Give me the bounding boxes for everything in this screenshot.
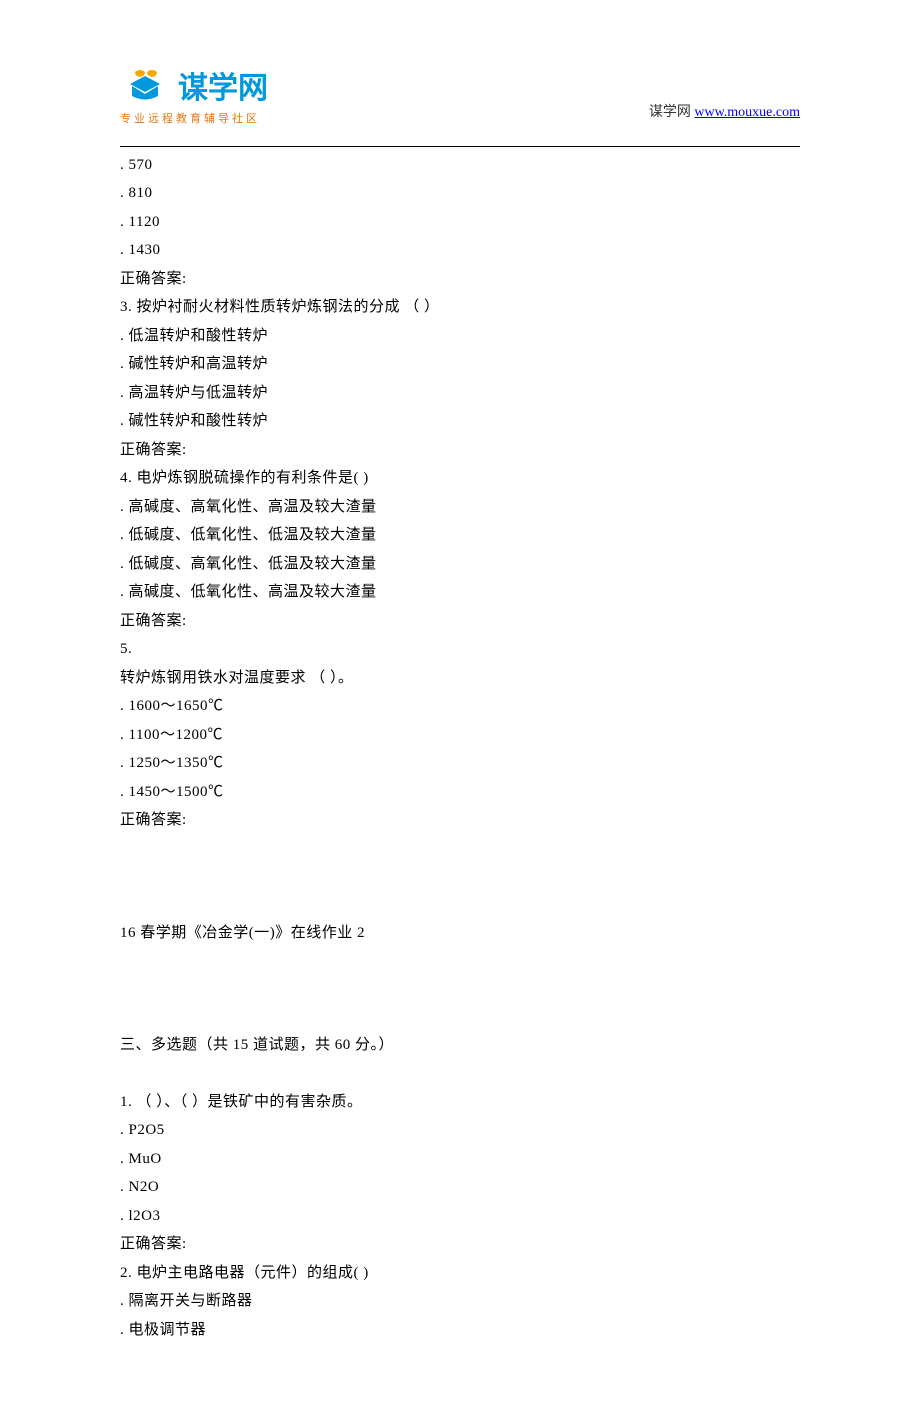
logo-subtitle: 专业远程教育辅导社区 bbox=[120, 109, 260, 130]
q4-option: . 高碱度、高氧化性、高温及较大渣量 bbox=[120, 493, 800, 522]
q5-answer-label: 正确答案: bbox=[120, 806, 800, 835]
q5-stem: 转炉炼钢用铁水对温度要求 （ ）。 bbox=[120, 664, 800, 693]
q4-option: . 低碱度、高氧化性、低温及较大渣量 bbox=[120, 550, 800, 579]
logo: 谋学网 专业远程教育辅导社区 bbox=[120, 70, 268, 130]
q3-stem: 3. 按炉衬耐火材料性质转炉炼钢法的分成 （ ） bbox=[120, 293, 800, 322]
q2-option: . 1430 bbox=[120, 236, 800, 265]
assignment-title: 16 春学期《冶金学(一)》在线作业 2 bbox=[120, 919, 800, 948]
logo-icon bbox=[120, 70, 170, 108]
m1-option: . P2O5 bbox=[120, 1116, 800, 1145]
q2-answer-label: 正确答案: bbox=[120, 265, 800, 294]
m2-option: . 电极调节器 bbox=[120, 1316, 800, 1345]
q2-option: . 570 bbox=[120, 151, 800, 180]
m1-option: . MuO bbox=[120, 1145, 800, 1174]
header-right: 谋学网 www.mouxue.com bbox=[649, 100, 800, 130]
q4-option: . 低碱度、低氧化性、低温及较大渣量 bbox=[120, 521, 800, 550]
q3-option: . 低温转炉和酸性转炉 bbox=[120, 322, 800, 351]
section3-heading: 三、多选题（共 15 道试题，共 60 分。） bbox=[120, 1031, 800, 1060]
q5-stem-num: 5. bbox=[120, 635, 800, 664]
q4-stem: 4. 电炉炼钢脱硫操作的有利条件是( ) bbox=[120, 464, 800, 493]
header-right-prefix: 谋学网 bbox=[649, 105, 695, 120]
m2-stem: 2. 电炉主电路电器（元件）的组成( ) bbox=[120, 1259, 800, 1288]
m1-option: . l2O3 bbox=[120, 1202, 800, 1231]
q5-option: . 1450～1500℃ bbox=[120, 778, 800, 807]
q4-option: . 高碱度、低氧化性、高温及较大渣量 bbox=[120, 578, 800, 607]
q3-option: . 高温转炉与低温转炉 bbox=[120, 379, 800, 408]
q5-option: . 1250～1350℃ bbox=[120, 749, 800, 778]
m1-answer-label: 正确答案: bbox=[120, 1230, 800, 1259]
m1-option: . N2O bbox=[120, 1173, 800, 1202]
q3-answer-label: 正确答案: bbox=[120, 436, 800, 465]
q2-option: . 1120 bbox=[120, 208, 800, 237]
header-link[interactable]: www.mouxue.com bbox=[694, 105, 800, 120]
document-content: . 570 . 810 . 1120 . 1430 正确答案: 3. 按炉衬耐火… bbox=[0, 147, 920, 1345]
q5-option: . 1100～1200℃ bbox=[120, 721, 800, 750]
q5-option: . 1600～1650℃ bbox=[120, 692, 800, 721]
logo-text: 谋学网 bbox=[178, 74, 268, 104]
q3-option: . 碱性转炉和酸性转炉 bbox=[120, 407, 800, 436]
q4-answer-label: 正确答案: bbox=[120, 607, 800, 636]
q3-option: . 碱性转炉和高温转炉 bbox=[120, 350, 800, 379]
q2-option: . 810 bbox=[120, 179, 800, 208]
page-header: 谋学网 专业远程教育辅导社区 谋学网 www.mouxue.com bbox=[0, 0, 920, 140]
m1-stem: 1. （ ）、（ ）是铁矿中的有害杂质。 bbox=[120, 1088, 800, 1117]
